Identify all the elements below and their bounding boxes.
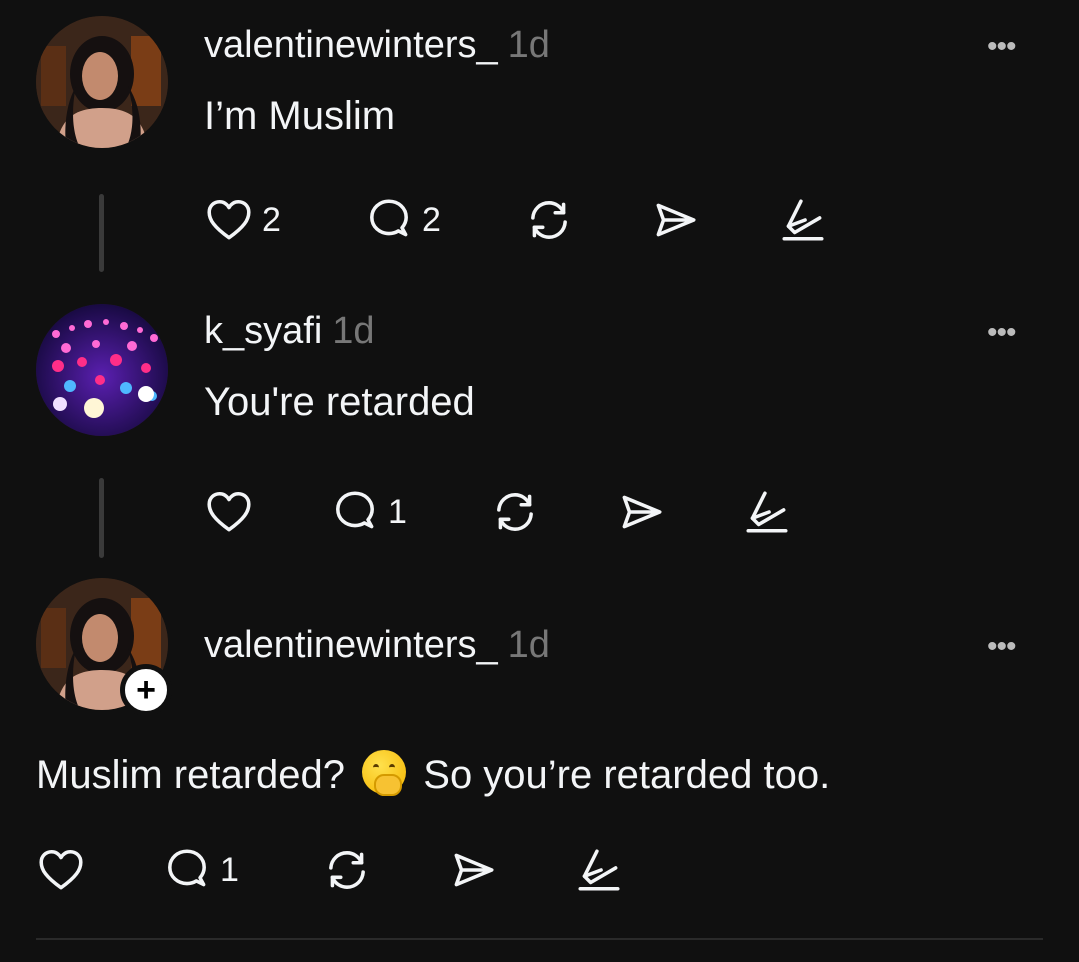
post-3-text-after: So you’re retarded too. — [423, 753, 831, 797]
heart-icon — [36, 845, 86, 895]
post-3-time: 1d — [507, 624, 550, 666]
post-3-header: valentinewinters_ 1d — [204, 626, 550, 664]
post-2-reply-count: 1 — [388, 493, 407, 531]
post-2-header: k_syafi 1d — [204, 312, 375, 350]
repost-icon — [524, 195, 574, 245]
post-3-username[interactable]: valentinewinters_ — [204, 624, 498, 666]
post-1-share-button[interactable] — [650, 192, 700, 248]
post-2-quote-button[interactable] — [742, 484, 792, 540]
share-icon — [650, 195, 700, 245]
post-1-text: I’m Muslim — [204, 94, 396, 138]
hand-over-mouth-emoji — [362, 750, 407, 796]
post-1-username[interactable]: valentinewinters_ — [204, 24, 498, 66]
post-1-like-count: 2 — [262, 201, 281, 239]
post-3-like-button[interactable] — [36, 842, 94, 898]
avatar-valentinewinters[interactable] — [36, 16, 168, 148]
post-1-header: valentinewinters_ 1d — [204, 26, 550, 64]
post-2-reply-button[interactable]: 1 — [330, 484, 407, 540]
post-3-reply-count: 1 — [220, 851, 239, 889]
post-1-more-button[interactable]: ••• — [987, 32, 1016, 62]
post-1-reply-button[interactable]: 2 — [364, 192, 441, 248]
quote-icon — [742, 487, 792, 537]
post-2-share-button[interactable] — [616, 484, 666, 540]
quote-icon — [778, 195, 828, 245]
post-3-reply-button[interactable]: 1 — [162, 842, 239, 898]
post-2-more-button[interactable]: ••• — [987, 318, 1016, 348]
comment-icon — [364, 195, 414, 245]
avatar-k-syafi[interactable] — [36, 304, 168, 436]
post-3-text-before: Muslim retarded? — [36, 753, 346, 797]
comment-icon — [330, 487, 380, 537]
heart-icon — [204, 487, 254, 537]
comment-icon — [162, 845, 212, 895]
post-2-repost-button[interactable] — [490, 484, 540, 540]
share-icon — [616, 487, 666, 537]
heart-icon — [204, 195, 254, 245]
thread-line — [99, 194, 104, 272]
post-2-time: 1d — [332, 310, 375, 352]
post-3-more-button[interactable]: ••• — [987, 632, 1016, 662]
post-3-quote-button[interactable] — [574, 842, 624, 898]
post-3-share-button[interactable] — [448, 842, 498, 898]
repost-icon — [322, 845, 372, 895]
post-3-text: Muslim retarded? So you’re retarded too. — [36, 750, 831, 797]
post-1-quote-button[interactable] — [778, 192, 828, 248]
follow-plus-button[interactable]: + — [120, 664, 172, 716]
thread-line — [99, 478, 104, 558]
post-3-repost-button[interactable] — [322, 842, 372, 898]
post-2-username[interactable]: k_syafi — [204, 310, 322, 352]
post-1-like-button[interactable]: 2 — [204, 192, 281, 248]
share-icon — [448, 845, 498, 895]
post-2-like-button[interactable] — [204, 484, 262, 540]
post-1-time: 1d — [507, 24, 550, 66]
post-1-reply-count: 2 — [422, 201, 441, 239]
post-2-text: You're retarded — [204, 380, 475, 424]
divider — [36, 938, 1043, 940]
post-1-repost-button[interactable] — [524, 192, 574, 248]
repost-icon — [490, 487, 540, 537]
quote-icon — [574, 845, 624, 895]
